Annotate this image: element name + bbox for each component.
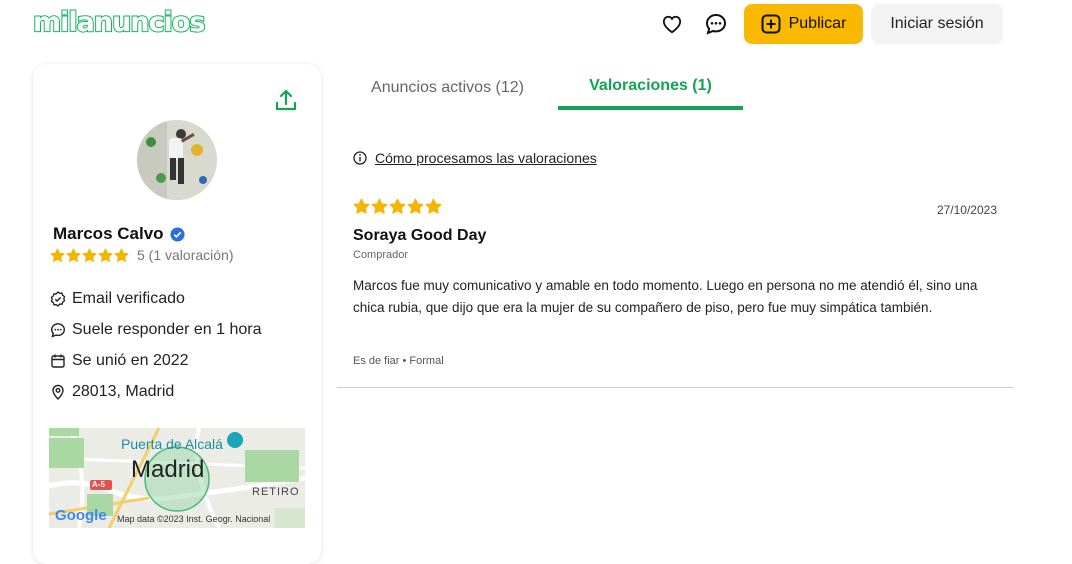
chat-icon [50,323,66,338]
top-header: milanuncios Publicar Iniciar sesión [0,0,1072,50]
tab-ratings[interactable]: Valoraciones (1) [558,66,743,110]
publish-button[interactable]: Publicar [744,4,863,44]
star-icon [353,198,370,214]
publish-button-label: Publicar [788,15,847,32]
profile-name: Marcos Calvo [53,224,185,244]
info-label: Se unió en 2022 [72,352,189,369]
share-icon[interactable] [273,88,299,114]
messages-chat-icon[interactable] [704,12,728,36]
info-icon [353,151,367,165]
favorites-heart-icon[interactable] [660,12,684,36]
star-icon [50,248,65,262]
ratings-info-link-text[interactable]: Cómo procesamos las valoraciones [375,150,597,166]
star-icon [114,248,129,262]
review-author: Soraya Good Day [353,227,487,244]
verified-badge-icon [170,226,185,242]
review-item: 27/10/2023 Soraya Good Day Comprador Mar… [337,190,1013,388]
map-road-label: A-5 [92,480,105,489]
star-icon [82,248,97,262]
location-map[interactable]: A-5 Puerta de Alcalá Madrid RETIRO Googl… [49,428,305,528]
info-label: Suele responder en 1 hora [72,321,262,338]
star-icon [66,248,81,262]
review-text: Marcos fue muy comunicativo y amable en … [353,278,978,315]
info-location: 28013, Madrid [50,383,174,401]
info-response-time: Suele responder en 1 hora [50,321,261,339]
map-district-label: RETIRO [252,486,300,498]
tab-active-ads[interactable]: Anuncios activos (12) [337,66,558,110]
star-icon [371,198,388,214]
google-logo: Google [55,507,107,524]
profile-card: Marcos Calvo 5 (1 valoración) Email veri… [33,64,321,564]
map-city-label: Madrid [131,456,205,483]
info-joined: Se unió en 2022 [50,352,189,370]
info-label: 28013, Madrid [72,383,175,400]
plus-square-icon [761,14,781,34]
info-email-verified: Email verificado [50,290,185,308]
review-date: 27/10/2023 [936,203,997,217]
review-stars [353,198,442,215]
calendar-icon [51,354,65,368]
rating-text: 5 (1 valoración) [137,247,234,263]
map-landmark-label: Puerta de Alcalá [121,436,223,452]
review-author-role: Comprador [353,249,409,261]
milanuncios-logo[interactable]: milanuncios [32,6,206,39]
avatar [137,120,217,200]
star-icon [425,198,442,214]
review-tags: Es de fiar • Formal [353,355,444,367]
profile-tabs: Anuncios activos (12) Valoraciones (1) [337,66,1013,110]
verified-check-icon [50,291,66,307]
map-attribution: Map data ©2023 Inst. Geogr. Nacional [117,514,271,524]
ratings-info-link[interactable]: Cómo procesamos las valoraciones [353,150,597,166]
profile-rating: 5 (1 valoración) [50,247,234,263]
login-button[interactable]: Iniciar sesión [871,4,1003,44]
profile-name-text: Marcos Calvo [53,224,164,243]
rating-stars [50,248,129,263]
location-pin-icon [52,384,64,400]
star-icon [389,198,406,214]
info-label: Email verificado [72,290,185,307]
star-icon [98,248,113,262]
star-icon [407,198,424,214]
